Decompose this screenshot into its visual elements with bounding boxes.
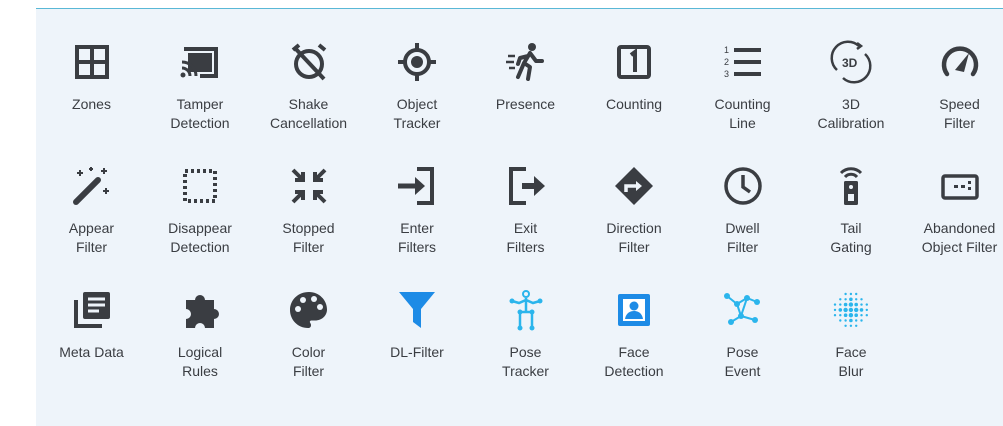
puzzle-piece-icon: [143, 285, 258, 335]
access-reader-icon: [794, 161, 909, 211]
cast-icon: [143, 37, 258, 87]
palette-icon: [251, 285, 366, 335]
filter-tile-shrink-arrows[interactable]: Stopped Filter: [251, 161, 366, 271]
filter-tile-exit[interactable]: Exit Filters: [468, 161, 583, 271]
library-books-icon: [34, 285, 149, 335]
filter-tile-access-reader[interactable]: Tail Gating: [794, 161, 909, 271]
filter-tile-number-one-box[interactable]: Counting: [577, 37, 692, 147]
filter-tile-label: Face Blur: [835, 344, 867, 379]
svg-text:2: 2: [724, 57, 729, 67]
abandoned-object-icon: [902, 161, 1003, 211]
walking-person-icon: [468, 37, 583, 87]
filter-tile-label: Speed Filter: [939, 96, 980, 131]
numbered-list-icon: 1 2 3: [685, 37, 800, 87]
funnel-icon: [360, 285, 475, 335]
filter-tile-zones[interactable]: Zones: [34, 37, 149, 147]
filter-tile-enter[interactable]: Enter Filters: [360, 161, 475, 271]
dotted-square-icon: [143, 161, 258, 211]
filters-panel: Zones Tamper Detection Shake Cancellation O…: [36, 8, 1003, 426]
filter-tile-numbered-list[interactable]: 1 2 3 Counting Line: [685, 37, 800, 147]
pose-network-icon: [685, 285, 800, 335]
crosshair-icon: [360, 37, 475, 87]
clock-icon: [685, 161, 800, 211]
filter-tile-pose-skeleton[interactable]: Pose Tracker: [468, 285, 583, 395]
filter-tile-direction-sign[interactable]: Direction Filter: [577, 161, 692, 271]
3d-rotation-icon: 3D: [794, 37, 909, 87]
enter-icon: [360, 161, 475, 211]
speedometer-icon: [902, 37, 1003, 87]
filter-tile-3d-rotation[interactable]: 3D 3D Calibration: [794, 37, 909, 147]
filter-tile-alarm-off[interactable]: Shake Cancellation: [251, 37, 366, 147]
filter-tile-speedometer[interactable]: Speed Filter: [902, 37, 1003, 147]
filter-tile-crosshair[interactable]: Object Tracker: [360, 37, 475, 147]
svg-text:3: 3: [724, 69, 729, 79]
filter-grid: Zones Tamper Detection Shake Cancellation O…: [36, 9, 1003, 426]
pose-skeleton-icon: [468, 285, 583, 335]
filter-tile-palette[interactable]: Color Filter: [251, 285, 366, 395]
zones-icon: [34, 37, 149, 87]
svg-text:3D: 3D: [842, 56, 858, 70]
exit-icon: [468, 161, 583, 211]
svg-text:1: 1: [724, 45, 729, 55]
filter-tile-face-portrait[interactable]: Face Detection: [577, 285, 692, 395]
filter-tile-clock[interactable]: Dwell Filter: [685, 161, 800, 271]
filter-tile-magic-wand[interactable]: Appear Filter: [34, 161, 149, 271]
filter-tile-dotted-square[interactable]: Disappear Detection: [143, 161, 258, 271]
filter-tile-face-blur[interactable]: Face Blur: [794, 285, 909, 395]
direction-sign-icon: [577, 161, 692, 211]
filter-tile-walking-person[interactable]: Presence: [468, 37, 583, 147]
number-one-box-icon: [577, 37, 692, 87]
magic-wand-icon: [34, 161, 149, 211]
face-portrait-icon: [577, 285, 692, 335]
shrink-arrows-icon: [251, 161, 366, 211]
filter-tile-abandoned-object[interactable]: Abandoned Object Filter: [902, 161, 1003, 271]
filter-tile-puzzle-piece[interactable]: Logical Rules: [143, 285, 258, 395]
alarm-off-icon: [251, 37, 366, 87]
face-blur-icon: [794, 285, 909, 335]
filter-tile-cast[interactable]: Tamper Detection: [143, 37, 258, 147]
filter-tile-funnel[interactable]: DL-Filter: [360, 285, 475, 395]
filter-tile-label: Abandoned Object Filter: [921, 220, 998, 255]
filter-tile-pose-network[interactable]: Pose Event: [685, 285, 800, 395]
filter-tile-library-books[interactable]: Meta Data: [34, 285, 149, 395]
